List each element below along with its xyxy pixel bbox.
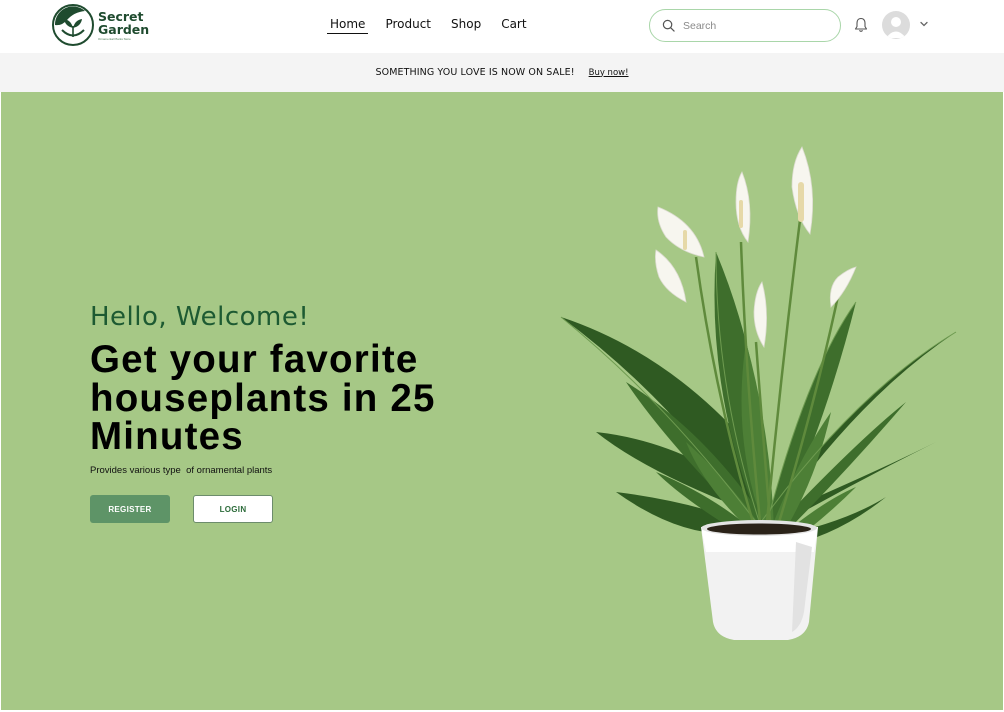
hero-subtext: Provides various type of ornamental plan… [90, 465, 273, 476]
nav-shop[interactable]: Shop [448, 17, 484, 34]
user-icon [886, 17, 906, 38]
peace-lily-plant-image [560, 146, 957, 640]
brand-tagline: Ornamental Plants Store [98, 36, 131, 41]
logo-leaf-icon [52, 4, 94, 46]
search-box[interactable] [649, 9, 841, 42]
avatar[interactable] [882, 11, 910, 39]
nav-home[interactable]: Home [327, 17, 369, 34]
hero-greeting: Hello, Welcome! [90, 302, 310, 332]
chevron-down-icon[interactable] [919, 20, 929, 28]
brand-name-line1: Secret [98, 8, 144, 24]
register-button[interactable]: REGISTER [90, 495, 170, 523]
hero-section: Hello, Welcome! Get your favorite housep… [1, 92, 1003, 710]
search-input[interactable] [683, 19, 823, 32]
bell-icon[interactable] [854, 17, 868, 33]
main-nav: Home Product Shop Cart [327, 17, 544, 34]
site-header: Secret Garden Ornamental Plants Store Ho… [0, 0, 1004, 53]
promo-link[interactable]: Buy now! [589, 68, 629, 78]
promo-banner: SOMETHING YOU LOVE IS NOW ON SALE! Buy n… [0, 53, 1004, 92]
login-button[interactable]: LOGIN [193, 495, 273, 523]
nav-product[interactable]: Product [382, 17, 434, 34]
brand-logo[interactable]: Secret Garden Ornamental Plants Store [52, 4, 149, 46]
hero-headline: Get your favorite houseplants in 25 Minu… [90, 338, 436, 458]
brand-name-line2: Garden [98, 21, 150, 37]
nav-cart[interactable]: Cart [498, 17, 529, 34]
promo-text: SOMETHING YOU LOVE IS NOW ON SALE! [375, 67, 575, 78]
search-icon [662, 19, 675, 32]
